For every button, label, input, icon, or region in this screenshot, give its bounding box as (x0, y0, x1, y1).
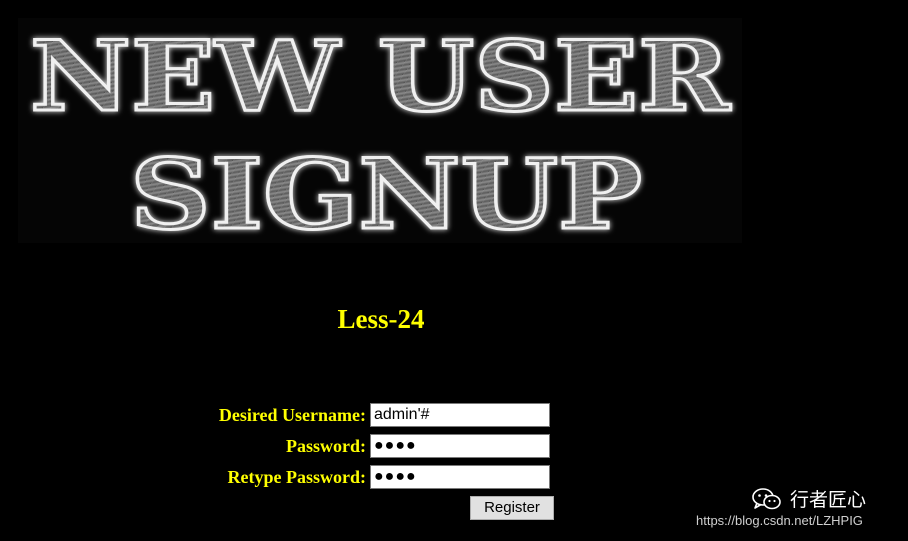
page-title: Less-24 (337, 304, 425, 334)
username-input[interactable]: admin'# (370, 403, 550, 427)
banner-line-2: SIGNUP (130, 138, 642, 243)
retype-password-input[interactable]: ●●●● (370, 465, 550, 489)
signup-page: NEW USER SIGNUP Less-24 Desired Username… (0, 0, 908, 541)
password-row: Password: ●●●● (0, 433, 550, 459)
register-button[interactable]: Register (470, 496, 554, 520)
wechat-brand: 行者匠心 (752, 485, 866, 512)
username-row: Desired Username: admin'# (0, 402, 550, 428)
retype-password-masked-value: ●●●● (374, 468, 417, 485)
new-user-signup-banner: NEW USER SIGNUP (18, 18, 742, 243)
retype-password-label: Retype Password: (227, 466, 366, 487)
source-url-watermark: https://blog.csdn.net/LZHPIG (696, 513, 863, 528)
password-input[interactable]: ●●●● (370, 434, 550, 458)
username-label: Desired Username: (218, 404, 366, 425)
wechat-icon (752, 487, 781, 509)
password-masked-value: ●●●● (374, 437, 417, 454)
username-value: admin'# (374, 406, 430, 423)
brand-name: 行者匠心 (790, 489, 867, 511)
password-label: Password: (286, 435, 366, 456)
retype-password-row: Retype Password: ●●●● (0, 464, 550, 490)
banner-line-1: NEW USER (30, 20, 731, 133)
